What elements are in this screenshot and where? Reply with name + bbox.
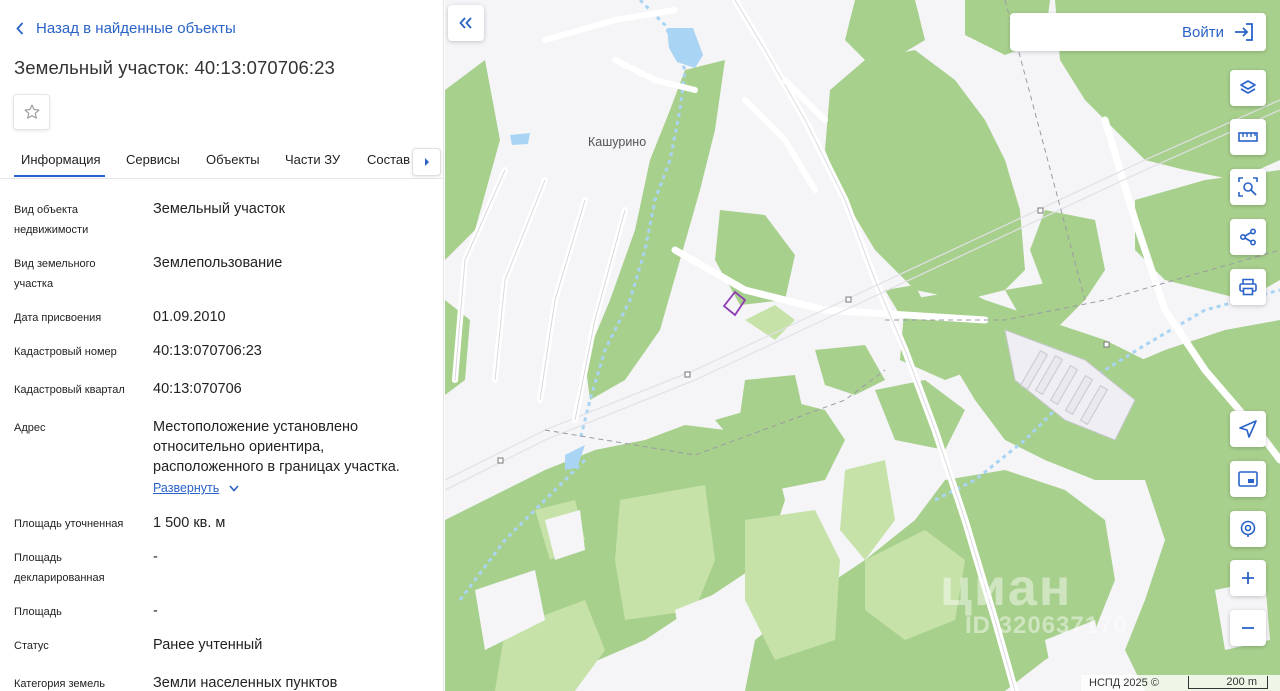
tabs-bar: Информация Сервисы Объекты Части ЗУ Сост… [0, 143, 443, 179]
minimap-button[interactable] [1230, 461, 1266, 497]
label-cadastral-number: Кадастровый номер [14, 346, 117, 358]
value-cadastral-number: 40:13:070706:23 [153, 343, 262, 359]
value-assignment-date: 01.09.2010 [153, 309, 226, 325]
map-canvas[interactable] [445, 0, 1280, 691]
zoom-out-icon [1242, 627, 1254, 629]
caret-right-icon [424, 158, 429, 166]
geo-search-button[interactable] [1230, 511, 1266, 547]
label-cadastral-quarter: Кадастровый квартал [14, 384, 125, 396]
value-area: - [153, 603, 158, 619]
layers-button[interactable] [1230, 70, 1266, 106]
login-label: Войти [1182, 23, 1224, 41]
login-button[interactable]: Войти [1010, 13, 1266, 51]
locate-icon [1239, 420, 1257, 438]
value-area-refined: 1 500 кв. м [153, 515, 226, 531]
back-link-label: Назад в найденные объекты [36, 20, 236, 37]
area-select-button[interactable] [1230, 169, 1266, 205]
value-status: Ранее учтенный [153, 637, 263, 653]
back-to-results-link[interactable]: Назад в найденные объекты [16, 20, 236, 37]
chevron-down-icon [229, 484, 239, 492]
label-land-type: Вид земельного участка [14, 258, 96, 290]
label-status: Статус [14, 640, 49, 652]
label-area: Площадь [14, 606, 62, 618]
label-area-refined: Площадь уточненная [14, 518, 124, 530]
watermark-id: ID 320637170 [965, 612, 1128, 639]
village-label: Кашурино [588, 135, 647, 149]
watermark-text: циан [940, 559, 1073, 617]
print-icon [1239, 278, 1257, 296]
scale-label: 200 m [1226, 676, 1257, 688]
ruler-button[interactable] [1230, 119, 1266, 155]
area-select-icon [1238, 177, 1258, 197]
attribution-text: НСПД 2025 © [1089, 677, 1159, 689]
geo-search-icon [1240, 520, 1256, 537]
expand-label: Развернуть [153, 481, 220, 495]
favorite-button[interactable] [13, 94, 50, 130]
locate-button[interactable] [1230, 411, 1266, 447]
page-title: Земельный участок: 40:13:070706:23 [14, 57, 335, 78]
object-info-panel: Назад в найденные объекты Земельный учас… [0, 0, 444, 691]
label-assignment-date: Дата присвоения [14, 312, 102, 324]
tabs-scroll-right-button[interactable] [412, 148, 441, 176]
label-object-type: Вид объекта недвижимости [14, 204, 89, 236]
share-icon [1239, 228, 1257, 246]
value-area-declared: - [153, 549, 158, 565]
tab-composition[interactable]: Состав [367, 152, 410, 167]
tab-objects[interactable]: Объекты [206, 152, 260, 167]
zoom-in-icon [1242, 572, 1254, 584]
collapse-panel-button[interactable] [448, 5, 484, 41]
active-tab-indicator [14, 175, 105, 177]
map-attribution: НСПД 2025 © 200 m [1081, 675, 1280, 691]
zoom-out-button[interactable] [1230, 610, 1266, 646]
zoom-in-button[interactable] [1230, 560, 1266, 596]
label-address: Адрес [14, 422, 46, 434]
login-icon [1235, 23, 1253, 41]
star-icon [23, 104, 40, 119]
expand-address-link[interactable]: Развернуть [153, 481, 239, 495]
double-chevron-left-icon [459, 17, 472, 29]
value-land-category: Земли населенных пунктов [153, 675, 338, 691]
tab-land-parts[interactable]: Части ЗУ [285, 152, 340, 167]
ruler-icon [1238, 132, 1258, 142]
chevron-left-icon [16, 22, 24, 35]
value-land-type: Землепользование [153, 255, 283, 271]
map-view[interactable]: Кашурино циан ID 320637170 Войти НСПД 20… [445, 0, 1280, 691]
label-land-category: Категория земель [14, 678, 105, 690]
scale-bar: 200 m [1188, 676, 1268, 689]
value-cadastral-quarter: 40:13:070706 [153, 381, 242, 397]
value-address: Местоположение установлено относительно … [153, 419, 400, 475]
print-button[interactable] [1230, 269, 1266, 305]
value-object-type: Земельный участок [153, 201, 285, 217]
tab-information[interactable]: Информация [21, 152, 101, 167]
share-button[interactable] [1230, 219, 1266, 255]
layers-icon [1240, 80, 1256, 94]
tab-services[interactable]: Сервисы [126, 152, 180, 167]
minimap-icon [1238, 471, 1258, 487]
label-area-declared: Площадь декларированная [14, 552, 105, 584]
